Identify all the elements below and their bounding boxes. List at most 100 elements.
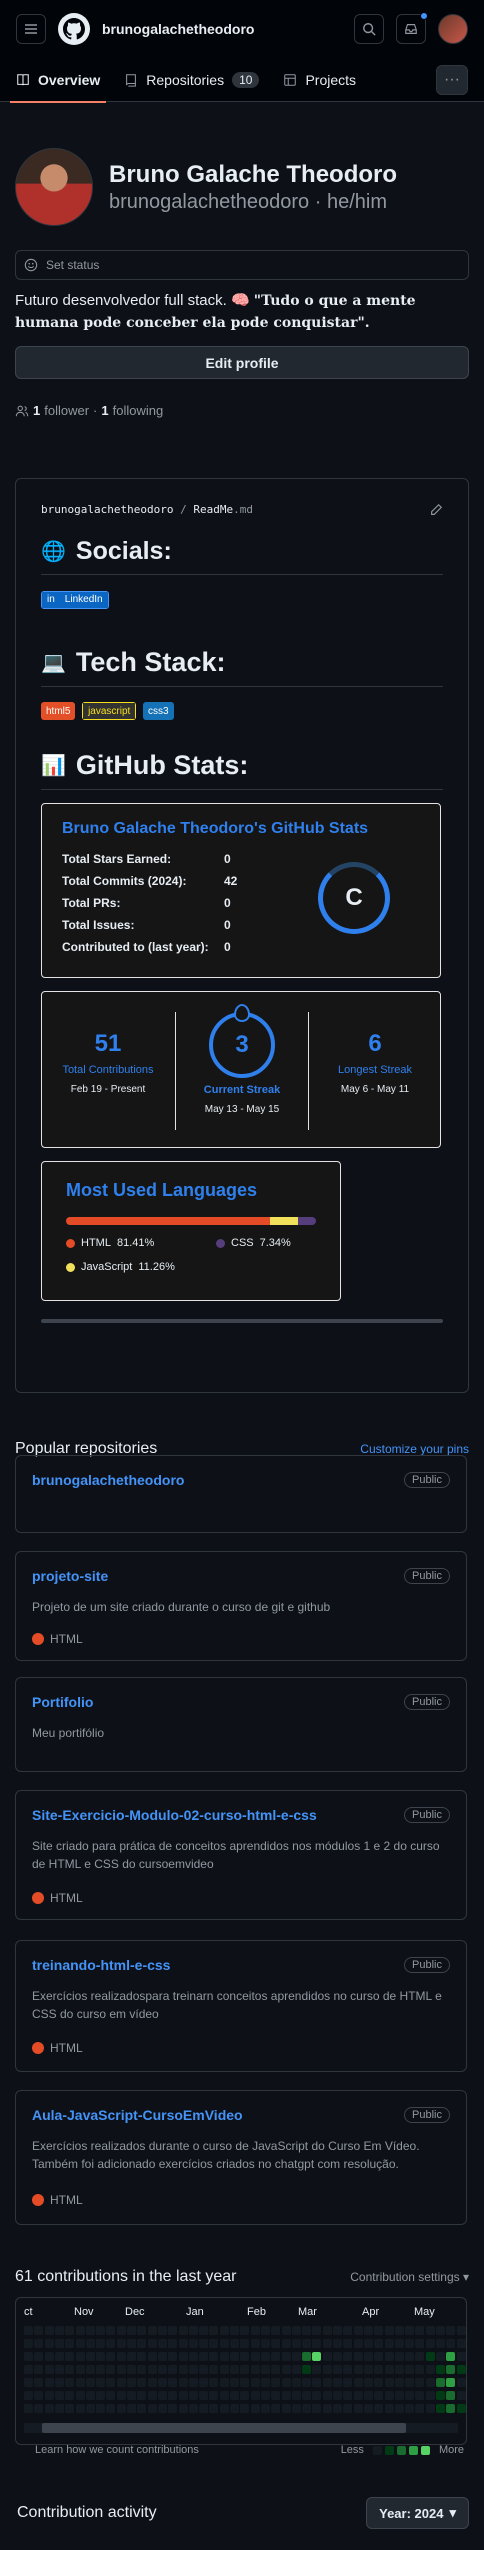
contribution-cell[interactable] [456, 2378, 466, 2387]
contribution-cell[interactable] [405, 2365, 415, 2374]
contribution-cell[interactable] [343, 2378, 353, 2387]
contribution-cell[interactable] [260, 2326, 270, 2335]
contribution-cell[interactable] [322, 2339, 332, 2348]
set-status-button[interactable]: Set status [15, 250, 469, 280]
contribution-cell[interactable] [281, 2352, 291, 2361]
pencil-icon[interactable] [429, 503, 443, 517]
contribution-cell[interactable] [65, 2404, 75, 2413]
following-label[interactable]: following [113, 403, 164, 418]
contribution-cell[interactable] [415, 2365, 425, 2374]
contribution-cell[interactable] [54, 2404, 64, 2413]
contribution-cell[interactable] [199, 2326, 209, 2335]
contribution-cell[interactable] [96, 2365, 106, 2374]
contribution-cell[interactable] [333, 2339, 342, 2348]
contribution-settings-button[interactable]: Contribution settings ▾ [350, 2270, 469, 2284]
contribution-cell[interactable] [415, 2339, 425, 2348]
contribution-cell[interactable] [137, 2404, 147, 2413]
readme-path-user[interactable]: brunogalachetheodoro [41, 503, 173, 516]
contribution-cell[interactable] [199, 2365, 209, 2374]
contribution-cell[interactable] [240, 2352, 250, 2361]
contribution-cell[interactable] [291, 2352, 301, 2361]
contribution-cell[interactable] [168, 2404, 178, 2413]
contribution-cell[interactable] [188, 2391, 198, 2400]
contribution-cell[interactable] [137, 2352, 147, 2361]
contribution-cell[interactable] [96, 2378, 106, 2387]
contribution-cell[interactable] [281, 2378, 291, 2387]
contribution-cell[interactable] [178, 2339, 188, 2348]
contribution-cell[interactable] [333, 2352, 342, 2361]
contribution-cell[interactable] [127, 2404, 136, 2413]
contribution-cell[interactable] [425, 2391, 435, 2400]
contribution-cell[interactable] [96, 2391, 106, 2400]
contribution-cell[interactable] [394, 2365, 404, 2374]
contribution-cell[interactable] [446, 2352, 456, 2361]
contribution-cell[interactable] [147, 2339, 157, 2348]
linkedin-badge[interactable]: in LinkedIn [41, 590, 109, 609]
contribution-cell[interactable] [65, 2391, 75, 2400]
contribution-cell[interactable] [374, 2339, 384, 2348]
contribution-cell[interactable] [116, 2352, 126, 2361]
contribution-cell[interactable] [106, 2378, 116, 2387]
contribution-cell[interactable] [250, 2378, 260, 2387]
contribution-cell[interactable] [178, 2352, 188, 2361]
contribution-cell[interactable] [65, 2352, 75, 2361]
contribution-cell[interactable] [44, 2352, 54, 2361]
contribution-cell[interactable] [178, 2378, 188, 2387]
contribution-cell[interactable] [34, 2326, 44, 2335]
user-avatar[interactable] [438, 14, 468, 44]
header-title[interactable]: brunogalachetheodoro [102, 21, 342, 37]
contribution-cell[interactable] [188, 2326, 198, 2335]
contribution-cell[interactable] [199, 2339, 209, 2348]
tab-projects[interactable]: Projects [283, 58, 356, 102]
github-logo-icon[interactable] [58, 13, 90, 45]
contribution-cell[interactable] [106, 2326, 116, 2335]
contribution-cell[interactable] [127, 2391, 136, 2400]
contribution-cell[interactable] [230, 2339, 239, 2348]
repo-name-link[interactable]: brunogalachetheodoro [32, 1472, 450, 1488]
contribution-cell[interactable] [199, 2378, 209, 2387]
contribution-cell[interactable] [219, 2404, 229, 2413]
contribution-cell[interactable] [85, 2339, 95, 2348]
contribution-cell[interactable] [322, 2352, 332, 2361]
contribution-cell[interactable] [34, 2365, 44, 2374]
contribution-cell[interactable] [446, 2339, 456, 2348]
contribution-cell[interactable] [260, 2378, 270, 2387]
contribution-cell[interactable] [34, 2404, 44, 2413]
contribution-cell[interactable] [65, 2365, 75, 2374]
contribution-cell[interactable] [343, 2391, 353, 2400]
contribution-cell[interactable] [85, 2365, 95, 2374]
contribution-cell[interactable] [85, 2326, 95, 2335]
followers-label[interactable]: follower [44, 403, 89, 418]
contribution-cell[interactable] [343, 2365, 353, 2374]
contribution-cell[interactable] [374, 2391, 384, 2400]
contribution-cell[interactable] [85, 2352, 95, 2361]
contribution-cell[interactable] [271, 2404, 281, 2413]
contribution-cell[interactable] [456, 2352, 466, 2361]
contribution-cell[interactable] [291, 2339, 301, 2348]
contribution-cell[interactable] [363, 2326, 373, 2335]
contribution-cell[interactable] [168, 2365, 178, 2374]
repo-name-link[interactable]: projeto-site [32, 1568, 450, 1584]
contribution-cell[interactable] [425, 2326, 435, 2335]
contribution-cell[interactable] [394, 2352, 404, 2361]
contribution-cell[interactable] [188, 2365, 198, 2374]
contribution-cell[interactable] [281, 2326, 291, 2335]
contribution-cell[interactable] [415, 2404, 425, 2413]
contribution-cell[interactable] [24, 2378, 33, 2387]
contribution-cell[interactable] [147, 2404, 157, 2413]
contribution-cell[interactable] [34, 2378, 44, 2387]
contribution-cell[interactable] [394, 2339, 404, 2348]
contribution-cell[interactable] [209, 2391, 219, 2400]
contribution-cell[interactable] [322, 2365, 332, 2374]
contribution-cell[interactable] [436, 2378, 445, 2387]
contribution-cell[interactable] [34, 2352, 44, 2361]
contribution-cell[interactable] [302, 2378, 312, 2387]
contribution-cell[interactable] [312, 2339, 322, 2348]
contribution-cell[interactable] [394, 2378, 404, 2387]
contribution-cell[interactable] [384, 2404, 394, 2413]
contribution-cell[interactable] [24, 2404, 33, 2413]
contribution-cell[interactable] [157, 2378, 167, 2387]
contribution-cell[interactable] [446, 2326, 456, 2335]
contribution-cell[interactable] [127, 2326, 136, 2335]
contribution-cell[interactable] [302, 2326, 312, 2335]
